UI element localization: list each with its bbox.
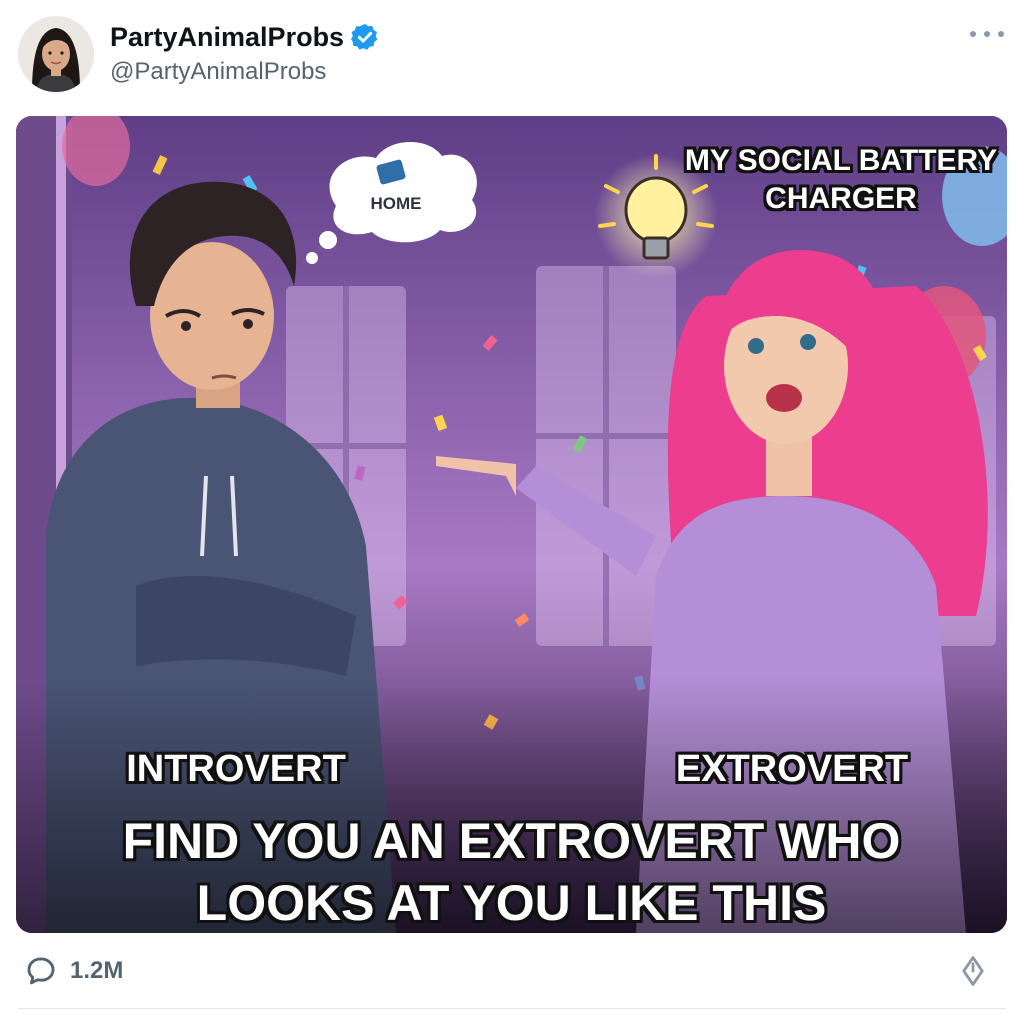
- thought-bubble-text: HOME: [370, 194, 422, 213]
- author-handle[interactable]: @PartyAnimalProbs: [110, 58, 380, 86]
- divider: [18, 1008, 1006, 1009]
- extrovert-label: EXTROVERT: [675, 748, 909, 790]
- main-caption: FIND YOU AN EXTROVERT WHO LOOKS AT YOU L…: [122, 813, 901, 931]
- introvert-label: INTROVERT: [126, 748, 346, 790]
- more-horizontal-icon[interactable]: [970, 24, 1004, 44]
- reply-button[interactable]: 1.2M: [24, 954, 123, 988]
- avatar[interactable]: [18, 16, 94, 92]
- verified-badge-icon: [350, 22, 380, 52]
- post-image[interactable]: HOME MY SOCIAL BATTERY CHARGER INTROVERT…: [16, 116, 1007, 933]
- reply-count: 1.2M: [70, 957, 124, 984]
- author-names: PartyAnimalProbs @PartyAnimalProbs: [110, 20, 380, 86]
- profile-photo: [18, 16, 94, 92]
- comment-icon: [27, 957, 55, 985]
- post-header: PartyAnimalProbs @PartyAnimalProbs: [18, 16, 1008, 96]
- post-actions: 1.2M: [24, 952, 1000, 992]
- battery-caption: MY SOCIAL BATTERY CHARGER: [684, 144, 998, 215]
- share-icon[interactable]: [956, 954, 990, 988]
- display-name[interactable]: PartyAnimalProbs: [110, 22, 344, 53]
